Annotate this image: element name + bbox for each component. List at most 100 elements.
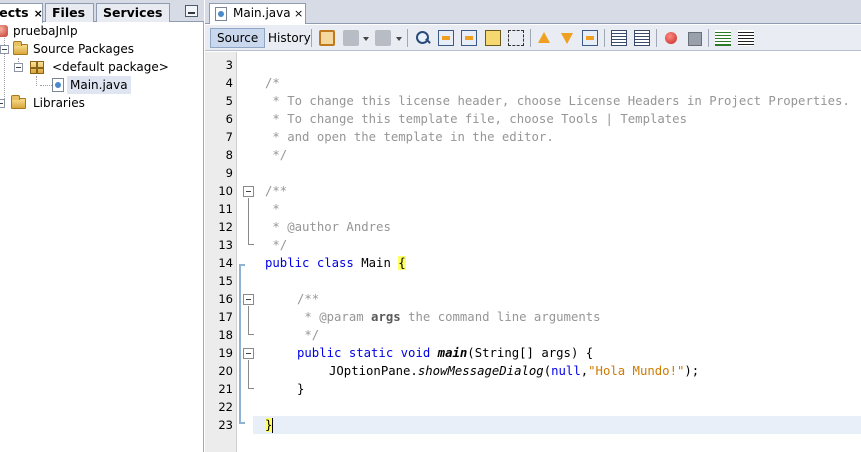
line-number: 4	[225, 76, 233, 90]
editor-tab-label: Main.java	[233, 6, 291, 20]
package-icon	[30, 61, 44, 74]
collapse-icon[interactable]	[0, 45, 9, 54]
minimize-icon[interactable]	[185, 5, 198, 17]
tab-files[interactable]: Files	[45, 3, 94, 22]
code-keyword: public class	[265, 256, 354, 270]
source-button[interactable]: Source	[210, 28, 266, 48]
line-number: 22	[218, 400, 233, 414]
shift-left-icon[interactable]	[611, 30, 627, 46]
code-class-name: Main	[353, 256, 399, 270]
comment-icon[interactable]	[715, 30, 731, 46]
close-icon[interactable]: ×	[294, 4, 303, 23]
toolbar-separator	[407, 29, 408, 47]
fold-line	[248, 360, 249, 389]
code-line-8: */	[265, 148, 288, 162]
toolbar-separator	[656, 29, 657, 47]
code-keyword: null	[551, 364, 581, 378]
collapse-icon[interactable]	[14, 63, 23, 72]
toolbar-separator	[604, 29, 605, 47]
back-icon[interactable]	[343, 30, 359, 46]
folder-icon	[11, 95, 26, 109]
scope-marker	[239, 422, 245, 424]
code-line-16: /**	[297, 292, 320, 306]
tree-item-main-java[interactable]: Main.java	[0, 76, 204, 94]
code-line-18: */	[297, 328, 320, 342]
start-macro-icon[interactable]	[663, 30, 679, 46]
java-file-icon	[52, 78, 64, 92]
tree-item-label: Libraries	[33, 96, 85, 110]
history-button[interactable]: History	[261, 28, 318, 48]
code-line-21: }	[297, 382, 305, 396]
expand-icon[interactable]	[0, 99, 5, 108]
find-previous-icon[interactable]	[438, 30, 454, 46]
scope-marker	[239, 264, 241, 424]
shift-right-icon[interactable]	[634, 30, 650, 46]
tab-projects-label: jects	[0, 5, 29, 20]
line-number: 17	[218, 310, 233, 324]
tree-item-label: <default package>	[52, 60, 169, 74]
uncomment-icon[interactable]	[738, 30, 754, 46]
line-number: 20	[218, 364, 233, 378]
tree-item-default-package[interactable]: <default package>	[0, 58, 204, 76]
code-line-5: * To change this license header, choose …	[265, 94, 850, 108]
line-number: 3	[225, 58, 233, 72]
line-number: 12	[218, 220, 233, 234]
toggle-highlight-icon[interactable]	[485, 30, 501, 46]
toolbar-separator	[311, 29, 312, 47]
code-text: JOptionPane.	[329, 364, 418, 378]
tab-projects[interactable]: jects ×	[0, 3, 43, 23]
projects-panel: jects × Files Services pruebaJnlp Source …	[0, 0, 204, 452]
tab-files-label: Files	[52, 5, 86, 20]
java-file-icon	[215, 7, 227, 21]
code-line-19: public static void main(String[] args) {	[297, 344, 593, 362]
next-bookmark-icon[interactable]	[559, 30, 575, 46]
fold-collapse-icon[interactable]	[243, 186, 254, 197]
panel-tab-bar: jects × Files Services	[0, 0, 204, 23]
tab-services-label: Services	[103, 5, 163, 20]
tree-item-source-packages[interactable]: Source Packages	[0, 40, 204, 58]
line-number: 21	[218, 382, 233, 396]
search-icon[interactable]	[415, 30, 431, 46]
line-number: 15	[218, 274, 233, 288]
line-number: 19	[218, 346, 233, 360]
code-text: (	[543, 364, 552, 378]
fold-collapse-icon[interactable]	[243, 348, 254, 359]
code-line-4: /*	[265, 76, 280, 90]
matched-brace: {	[398, 256, 406, 270]
tab-services[interactable]: Services	[96, 3, 170, 22]
code-line-14: public class Main {	[265, 254, 406, 272]
code-line-17: * @param args the command line arguments	[297, 308, 600, 326]
current-line-highlight	[253, 416, 861, 434]
tree-item-project[interactable]: pruebaJnlp	[0, 22, 204, 40]
stop-macro-icon[interactable]	[686, 30, 702, 46]
rectangular-select-icon[interactable]	[508, 30, 524, 46]
line-number: 18	[218, 328, 233, 342]
editor-toolbar: Source History	[205, 25, 861, 51]
line-number: 7	[225, 130, 233, 144]
tree-item-libraries[interactable]: Libraries	[0, 94, 204, 112]
previous-bookmark-icon[interactable]	[536, 30, 552, 46]
toggle-bookmark-icon[interactable]	[582, 30, 598, 46]
fold-collapse-icon[interactable]	[243, 294, 254, 305]
find-next-icon[interactable]	[461, 30, 477, 46]
chevron-down-icon[interactable]	[363, 37, 369, 41]
tab-main-java[interactable]: Main.java ×	[209, 3, 306, 24]
tree-item-label: pruebaJnlp	[13, 24, 78, 38]
code-line-10: /**	[265, 184, 288, 198]
last-edit-icon[interactable]	[319, 30, 335, 46]
line-number: 10	[218, 184, 233, 198]
tree-item-label: Main.java	[67, 76, 131, 94]
code-string: "Hola Mundo!"	[588, 364, 685, 378]
code-line-12: * @author Andres	[265, 220, 391, 234]
close-icon[interactable]: ×	[34, 7, 42, 20]
code-method-name: showMessageDialog	[417, 364, 544, 378]
fold-line	[248, 306, 249, 335]
code-method-name: main	[437, 346, 468, 360]
line-number: 5	[225, 94, 233, 108]
forward-icon[interactable]	[375, 30, 391, 46]
code-line-6: * To change this template file, choose T…	[265, 112, 687, 126]
text-caret	[272, 418, 273, 433]
line-number: 13	[218, 238, 233, 252]
chevron-down-icon[interactable]	[396, 37, 402, 41]
line-number: 11	[218, 202, 233, 216]
